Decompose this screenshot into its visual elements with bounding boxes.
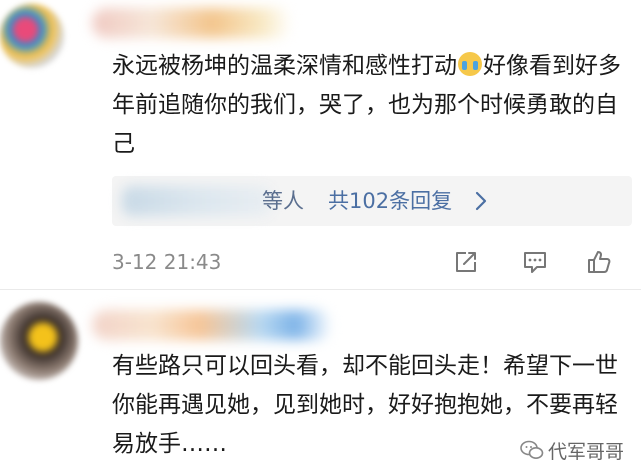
reply-names-suffix: 等人 <box>262 189 304 213</box>
replies-preview[interactable]: 等人 共102条回复 <box>112 176 632 226</box>
share-icon <box>456 252 476 272</box>
reply-usernames-blurred <box>122 186 272 216</box>
comment-text-part: 永远被杨坤的温柔深情和感性打动 <box>112 53 457 79</box>
crying-face-emoji-icon <box>458 52 482 76</box>
username-blurred[interactable] <box>92 8 292 38</box>
reply-count-link[interactable]: 共102条回复 <box>328 187 452 215</box>
comment-icon <box>524 252 546 273</box>
watermark: 代军哥哥 <box>520 436 624 464</box>
comment-text: 永远被杨坤的温柔深情和感性打动 好像看到好多年前追随你的我们，哭了，也为那个时候勇… <box>112 47 632 164</box>
watermark-text: 代军哥哥 <box>548 440 625 463</box>
thumbs-up-icon <box>588 251 611 273</box>
chevron-right-icon <box>475 191 487 211</box>
comment-item: 永远被杨坤的温柔深情和感性打动 好像看到好多年前追随你的我们，哭了，也为那个时候勇… <box>0 0 641 290</box>
comment-meta: 3-12 21:43 <box>112 248 632 278</box>
avatar[interactable] <box>0 302 78 380</box>
wechat-icon <box>520 440 544 459</box>
timestamp: 3-12 21:43 <box>112 250 222 274</box>
reply-button[interactable] <box>521 248 549 276</box>
share-button[interactable] <box>452 248 480 276</box>
avatar[interactable] <box>0 4 64 68</box>
username-blurred[interactable] <box>92 310 332 340</box>
like-button[interactable] <box>585 248 613 276</box>
